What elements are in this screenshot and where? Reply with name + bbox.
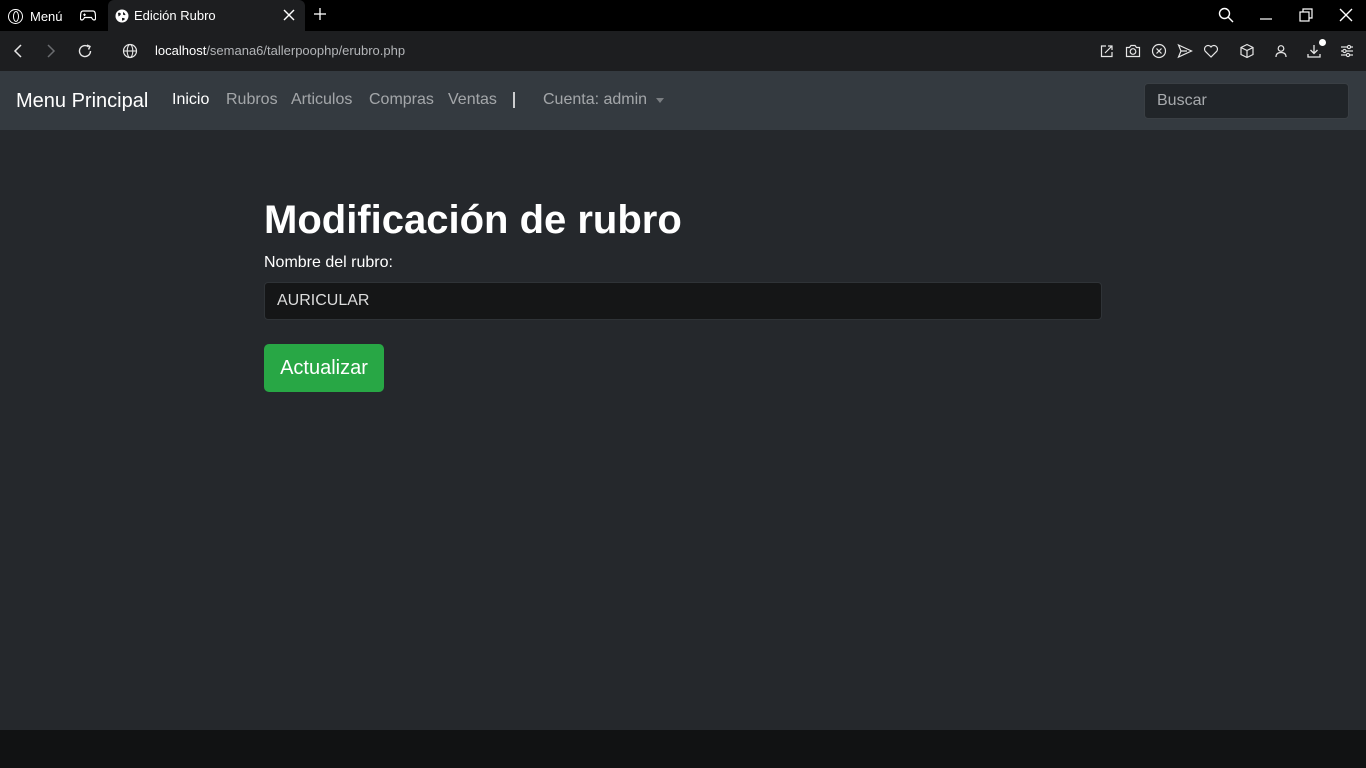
site-navbar: Menu Principal Inicio Rubros Articulos C… (0, 71, 1366, 130)
tab-title: Edición Rubro (134, 8, 216, 23)
new-tab-icon[interactable] (312, 6, 328, 22)
back-icon[interactable] (10, 43, 26, 59)
caret-down-icon (656, 97, 665, 103)
browser-menu-button[interactable]: Menú (8, 7, 63, 25)
download-badge (1319, 39, 1326, 46)
easy-setup-icon[interactable] (1339, 43, 1355, 59)
nav-link-ventas[interactable]: Ventas (448, 91, 497, 109)
profile-icon[interactable] (1273, 43, 1289, 59)
address-bar: localhost/semana6/tallerpoophp/erubro.ph… (0, 31, 1366, 71)
browser-tab-bar: Menú Edición Rubro (0, 0, 1366, 31)
close-window-icon[interactable] (1338, 7, 1354, 23)
navbar-brand[interactable]: Menu Principal (16, 90, 148, 113)
url-path: /semana6/tallerpoophp/erubro.php (206, 43, 406, 58)
search-input[interactable] (1144, 83, 1349, 119)
account-dropdown[interactable]: Cuenta: admin (543, 91, 665, 109)
url-host: localhost (155, 43, 207, 58)
close-tab-icon[interactable] (282, 8, 296, 22)
nav-link-inicio[interactable]: Inicio (172, 91, 209, 109)
site-info-globe-icon[interactable] (122, 43, 138, 59)
share-icon[interactable] (1099, 43, 1115, 59)
nav-link-compras[interactable]: Compras (369, 91, 434, 109)
nav-separator (513, 92, 515, 108)
nav-link-articulos[interactable]: Articulos (291, 91, 352, 109)
heart-icon[interactable] (1203, 43, 1219, 59)
minimize-icon[interactable] (1258, 7, 1274, 23)
browser-menu-label: Menú (30, 8, 63, 24)
nav-link-rubros[interactable]: Rubros (226, 91, 278, 109)
reload-icon[interactable] (77, 43, 93, 59)
main-content: Modificación de rubro Nombre del rubro: … (0, 130, 1366, 730)
url-field[interactable]: localhost/semana6/tallerpoophp/erubro.ph… (155, 43, 405, 58)
send-icon[interactable] (1177, 43, 1193, 59)
opera-logo-icon (8, 8, 23, 24)
rubro-name-label: Nombre del rubro: (264, 254, 393, 271)
restore-icon[interactable] (1298, 7, 1314, 23)
ad-block-icon[interactable] (1151, 43, 1167, 59)
cube-icon[interactable] (1239, 43, 1255, 59)
update-button[interactable]: Actualizar (264, 344, 384, 392)
tab-edicion-rubro[interactable]: Edición Rubro (108, 0, 305, 31)
globe-icon (115, 9, 129, 22)
gamepad-icon[interactable] (80, 8, 96, 22)
search-tabs-icon[interactable] (1218, 7, 1234, 23)
rubro-name-input[interactable] (264, 282, 1102, 320)
page-title: Modificación de rubro (264, 198, 682, 242)
camera-icon[interactable] (1125, 43, 1141, 59)
forward-icon[interactable] (43, 43, 59, 59)
account-label: Cuenta: admin (543, 91, 648, 108)
